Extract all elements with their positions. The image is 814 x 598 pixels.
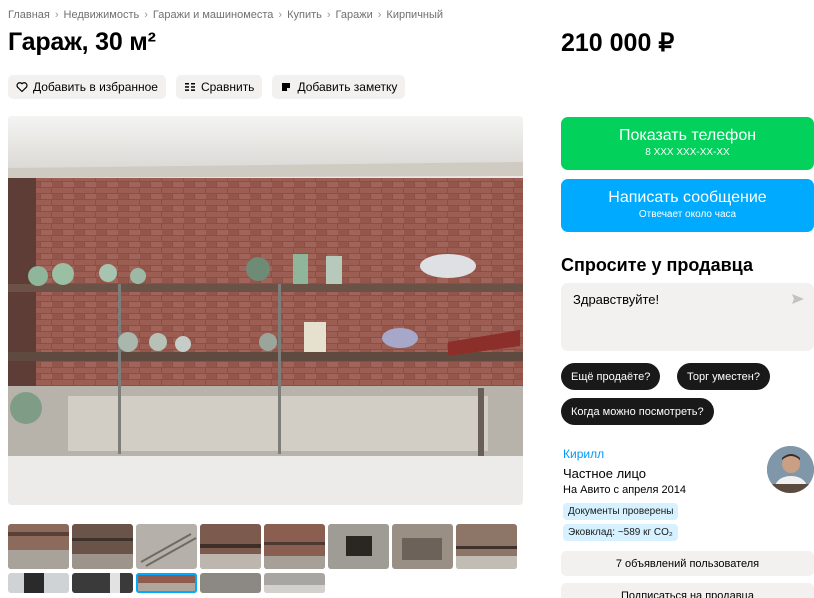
thumbnail[interactable] [264, 573, 325, 593]
add-favorite-button[interactable]: Добавить в избранное [8, 75, 166, 99]
main-photo[interactable] [8, 116, 523, 505]
add-note-label: Добавить заметку [297, 80, 398, 94]
write-message-label: Написать сообщение [608, 189, 767, 206]
ask-seller-heading: Спросите у продавца [561, 255, 753, 275]
chevron-right-icon: › [377, 9, 382, 21]
thumbnail[interactable] [200, 524, 261, 569]
thumbnail[interactable] [200, 573, 261, 593]
response-time: Отвечает около часа [638, 209, 737, 220]
phone-mask: 8 XXX XXX-XX-XX [645, 147, 730, 158]
thumbnail-strip [8, 524, 522, 593]
heart-icon [16, 82, 28, 93]
thumbnail[interactable] [8, 573, 69, 593]
compare-icon [184, 83, 195, 91]
breadcrumb-item[interactable]: Кирпичный [386, 9, 443, 21]
eco-badge[interactable]: Эковклад: ~589 кг CO₂ [563, 524, 678, 541]
thumbnail[interactable] [392, 524, 453, 569]
page-title: Гараж, 30 м² [8, 28, 156, 56]
thumbnail[interactable] [328, 524, 389, 569]
seller-since: На Авито с апреля 2014 [563, 484, 686, 496]
message-text: Здравствуйте! [573, 292, 660, 307]
thumbnail-selected[interactable] [136, 573, 197, 593]
thumbnail[interactable] [8, 524, 69, 569]
listing-actions: Добавить в избранное Сравнить Добавить з… [8, 75, 406, 99]
breadcrumb-item[interactable]: Главная [8, 9, 50, 21]
send-icon[interactable] [791, 292, 805, 306]
thumbnail[interactable] [136, 524, 197, 569]
chevron-right-icon: › [326, 9, 331, 21]
chevron-right-icon: › [54, 9, 59, 21]
price: 210 000 ₽ [561, 29, 675, 57]
thumbnail[interactable] [264, 524, 325, 569]
breadcrumb-item[interactable]: Гаражи и машиноместа [153, 9, 274, 21]
note-icon [282, 83, 291, 91]
avatar[interactable] [767, 446, 814, 493]
show-phone-label: Показать телефон [618, 127, 757, 144]
seller-listings-button[interactable]: 7 объявлений пользователя [561, 551, 814, 576]
chevron-right-icon: › [278, 9, 283, 21]
add-favorite-label: Добавить в избранное [33, 80, 158, 94]
docs-verified-badge[interactable]: Документы проверены [563, 503, 679, 520]
subscribe-button[interactable]: Подписаться на продавца [561, 583, 814, 598]
quick-question-chip[interactable]: Торг уместен? [677, 363, 770, 390]
garage-photo [8, 116, 523, 505]
seller-name-link[interactable]: Кирилл [563, 447, 604, 461]
chevron-right-icon: › [144, 9, 148, 21]
breadcrumb: Главная › Недвижимость › Гаражи и машиномест… [8, 9, 443, 21]
breadcrumb-item[interactable]: Недвижимость [64, 9, 140, 21]
message-input[interactable]: Здравствуйте! [561, 283, 814, 351]
breadcrumb-item[interactable]: Купить [287, 9, 322, 21]
quick-question-chip[interactable]: Ещё продаёте? [561, 363, 661, 390]
thumbnail[interactable] [456, 524, 517, 569]
show-phone-button[interactable]: Показать телефон 8 XXX XXX-XX-XX [561, 117, 814, 170]
compare-label: Сравнить [200, 80, 255, 94]
breadcrumb-item[interactable]: Гаражи [336, 9, 373, 21]
quick-question-chip[interactable]: Когда можно посмотреть? [561, 398, 714, 425]
compare-button[interactable]: Сравнить [175, 75, 263, 99]
add-note-button[interactable]: Добавить заметку [272, 75, 406, 99]
seller-type: Частное лицо [563, 466, 646, 481]
write-message-button[interactable]: Написать сообщение Отвечает около часа [561, 179, 814, 232]
thumbnail[interactable] [72, 524, 133, 569]
thumbnail[interactable] [72, 573, 133, 593]
